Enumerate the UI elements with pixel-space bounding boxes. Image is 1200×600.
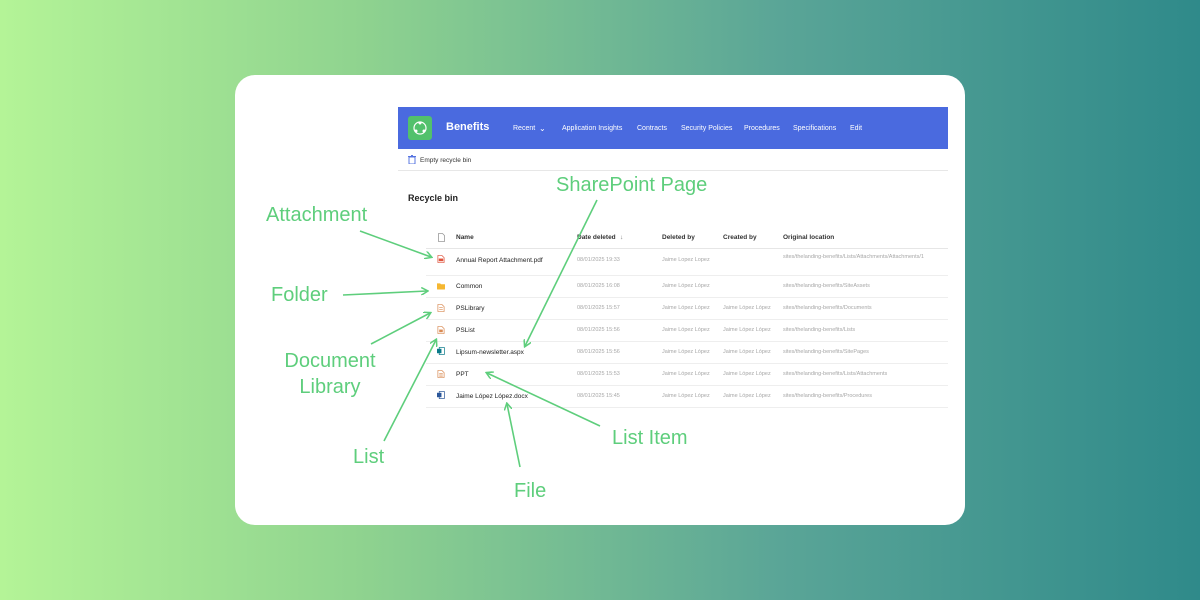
annotation-document: Document — [284, 350, 376, 372]
annotation-sharepoint-page: SharePoint Page — [556, 174, 708, 196]
annotation-folder: Folder — [271, 284, 328, 306]
arrow-list — [383, 340, 436, 442]
annotation-list-item: List Item — [612, 427, 688, 449]
arrow-file — [507, 404, 521, 468]
annotation-list: List — [353, 446, 385, 468]
arrow-list-item — [487, 373, 601, 427]
arrow-document-library — [370, 313, 430, 345]
arrow-attachment — [359, 230, 431, 257]
annotation-file: File — [514, 480, 547, 502]
arrow-folder — [342, 291, 427, 296]
annotation-attachment: Attachment — [266, 204, 368, 226]
annotation-arrows — [342, 199, 601, 468]
annotation-library: Library — [299, 376, 361, 398]
arrow-sharepoint-page — [525, 199, 598, 346]
